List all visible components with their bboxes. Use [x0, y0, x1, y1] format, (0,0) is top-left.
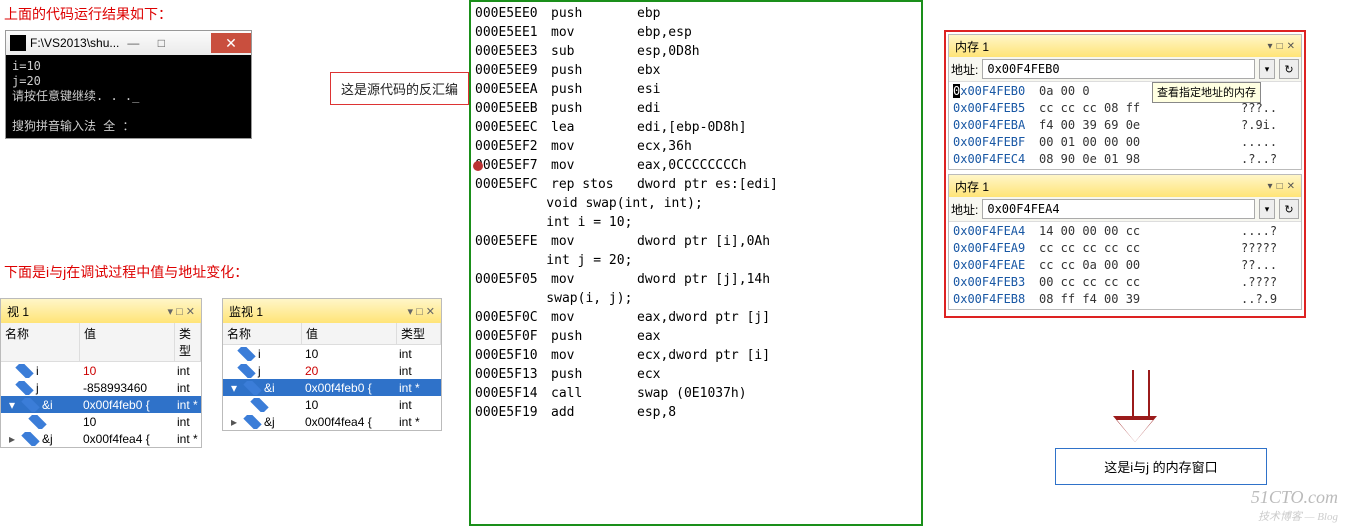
disasm-line[interactable]: 000E5EECleaedi,[ebp-0D8h] [475, 118, 917, 137]
watch-row[interactable]: i10int [1, 362, 201, 379]
disasm-line[interactable]: 000E5EE1movebp,esp [475, 23, 917, 42]
result-label: 这是i与j 的内存窗口 [1055, 448, 1267, 485]
memory-row[interactable]: 0x00F4FEB300 cc cc cc cc.???? [953, 274, 1297, 291]
watch-header: 名称 值 类型 [1, 323, 201, 362]
col-name[interactable]: 名称 [1, 323, 80, 361]
memory-group: 内存 1 ▾□✕ 地址: ▾ ↻ 查看指定地址的内存 0x00F4FEB00a … [944, 30, 1306, 318]
disasm-line[interactable]: 000E5EEApushesi [475, 80, 917, 99]
disasm-line[interactable]: 000E5EFCrep stosdword ptr es:[edi] [475, 175, 917, 194]
debug-caption: 下面是i与j在调试过程中值与地址变化： [4, 262, 248, 282]
mem2-address-input[interactable] [982, 199, 1255, 219]
disasm-line[interactable]: int i = 10; [475, 213, 917, 232]
disasm-line[interactable]: 000E5EE0pushebp [475, 4, 917, 23]
mem2-title[interactable]: 内存 1 ▾□✕ [949, 175, 1301, 197]
memory-row[interactable]: 0x00F4FEA414 00 00 00 cc....? [953, 223, 1297, 240]
dropdown-icon[interactable]: ▾ [1259, 199, 1275, 219]
addr-label: 地址: [951, 201, 978, 218]
memory-row[interactable]: 0x00F4FEBF00 01 00 00 00..... [953, 134, 1297, 151]
disasm-line[interactable]: 000E5EE3subesp,0D8h [475, 42, 917, 61]
minimize-button[interactable]: — [119, 33, 147, 53]
watermark: 51CTO.com 技术博客 — Blog [1251, 487, 1338, 524]
maximize-button[interactable]: □ [147, 33, 175, 53]
disassembly-panel[interactable]: 000E5EE0pushebp000E5EE1movebp,esp000E5EE… [469, 0, 923, 526]
disasm-line[interactable]: 000E5F10movecx,dword ptr [i] [475, 346, 917, 365]
watch-row[interactable]: 10int [223, 396, 441, 413]
memory-pane-1[interactable]: 内存 1 ▾□✕ 地址: ▾ ↻ 查看指定地址的内存 0x00F4FEB00a … [948, 34, 1302, 170]
memory-row[interactable]: 0x00F4FEB808 ff f4 00 39..?.9 [953, 291, 1297, 308]
disasm-line[interactable]: 000E5F0Cmoveax,dword ptr [j] [475, 308, 917, 327]
watch-row[interactable]: j-858993460int [1, 379, 201, 396]
col-type[interactable]: 类型 [175, 323, 201, 361]
dropdown-icon[interactable]: ▾ [1259, 59, 1275, 79]
refresh-icon[interactable]: ↻ [1279, 59, 1299, 79]
watch2-title-text: 监视 1 [229, 303, 263, 320]
mem1-title[interactable]: 内存 1 ▾□✕ [949, 35, 1301, 57]
mem2-body[interactable]: 0x00F4FEA414 00 00 00 cc....?0x00F4FEA9c… [949, 222, 1301, 309]
window-controls[interactable]: ▾□✕ [1268, 41, 1295, 52]
disasm-line[interactable]: 000E5F05movdword ptr [j],14h [475, 270, 917, 289]
memory-row[interactable]: 0x00F4FEA9cc cc cc cc cc????? [953, 240, 1297, 257]
top-caption: 上面的代码运行结果如下： [4, 4, 172, 24]
col-type[interactable]: 类型 [397, 323, 441, 344]
watch1-title[interactable]: 视 1 ▾ □ ✕ [1, 299, 201, 323]
mem-title-text: 内存 1 [955, 178, 989, 195]
mem1-addrbar: 地址: ▾ ↻ [949, 57, 1301, 82]
arrow-down-icon [1128, 370, 1153, 442]
console-window: F:\VS2013\shu... — □ ✕ i=10 j=20 请按任意键继续… [5, 30, 252, 139]
disasm-line[interactable]: 000E5EF7moveax,0CCCCCCCCh [475, 156, 917, 175]
watch-pane-1[interactable]: 视 1 ▾ □ ✕ 名称 值 类型 i10intj-858993460int▾&… [0, 298, 202, 448]
mem1-address-input[interactable] [982, 59, 1255, 79]
watch-row[interactable]: j20int [223, 362, 441, 379]
mem1-body[interactable]: 查看指定地址的内存 0x00F4FEB00a 00 00x00F4FEB5cc … [949, 82, 1301, 169]
watch-row[interactable]: ▸&j0x00f4fea4 {int * [223, 413, 441, 430]
watch-row[interactable]: ▾&i0x00f4feb0 {int * [1, 396, 201, 413]
window-controls[interactable]: ▾□✕ [1268, 181, 1295, 192]
close-button[interactable]: ✕ [211, 33, 251, 53]
col-value[interactable]: 值 [302, 323, 397, 344]
disasm-line[interactable]: 000E5F19addesp,8 [475, 403, 917, 422]
addr-label: 地址: [951, 61, 978, 78]
mem2-addrbar: 地址: ▾ ↻ [949, 197, 1301, 222]
watch1-title-text: 视 1 [7, 303, 29, 320]
watch-header: 名称 值 类型 [223, 323, 441, 345]
disasm-line[interactable]: 000E5EFEmovdword ptr [i],0Ah [475, 232, 917, 251]
watch-row[interactable]: i10int [223, 345, 441, 362]
col-name[interactable]: 名称 [223, 323, 302, 344]
mem-title-text: 内存 1 [955, 38, 989, 55]
watch2-body[interactable]: i10intj20int▾&i0x00f4feb0 {int * 10int▸&… [223, 345, 441, 430]
console-titlebar[interactable]: F:\VS2013\shu... — □ ✕ [6, 31, 251, 55]
disasm-line[interactable]: 000E5F0Fpusheax [475, 327, 917, 346]
disasm-line[interactable]: 000E5EE9pushebx [475, 61, 917, 80]
src-label: 这是源代码的反汇编 [330, 72, 469, 105]
watch-row[interactable]: ▸&j0x00f4fea4 {int * [1, 430, 201, 447]
app-icon [10, 35, 26, 51]
memory-row[interactable]: 0x00F4FEC408 90 0e 01 98.?..? [953, 151, 1297, 168]
disasm-line[interactable]: swap(i, j); [475, 289, 917, 308]
window-controls[interactable]: ▾ □ ✕ [408, 305, 436, 318]
disasm-line[interactable]: 000E5EF2movecx,36h [475, 137, 917, 156]
console-output: i=10 j=20 请按任意键继续. . ._ 搜狗拼音输入法 全 ： [6, 55, 251, 138]
memory-row[interactable]: 0x00F4FEBAf4 00 39 69 0e?.9i. [953, 117, 1297, 134]
mem-tooltip: 查看指定地址的内存 [1152, 82, 1261, 103]
watch-row[interactable]: ▾&i0x00f4feb0 {int * [223, 379, 441, 396]
window-controls[interactable]: ▾ □ ✕ [168, 305, 196, 318]
disasm-line[interactable]: 000E5F13pushecx [475, 365, 917, 384]
disasm-line[interactable]: int j = 20; [475, 251, 917, 270]
disasm-line[interactable]: 000E5F14callswap (0E1037h) [475, 384, 917, 403]
memory-row[interactable]: 0x00F4FEAEcc cc 0a 00 00??... [953, 257, 1297, 274]
watch-pane-2[interactable]: 监视 1 ▾ □ ✕ 名称 值 类型 i10intj20int▾&i0x00f4… [222, 298, 442, 431]
refresh-icon[interactable]: ↻ [1279, 199, 1299, 219]
disasm-line[interactable]: void swap(int, int); [475, 194, 917, 213]
console-title-text: F:\VS2013\shu... [30, 36, 119, 50]
watch2-title[interactable]: 监视 1 ▾ □ ✕ [223, 299, 441, 323]
watch1-body[interactable]: i10intj-858993460int▾&i0x00f4feb0 {int *… [1, 362, 201, 447]
disasm-line[interactable]: 000E5EEBpushedi [475, 99, 917, 118]
col-value[interactable]: 值 [80, 323, 175, 361]
watch-row[interactable]: 10int [1, 413, 201, 430]
memory-pane-2[interactable]: 内存 1 ▾□✕ 地址: ▾ ↻ 0x00F4FEA414 00 00 00 c… [948, 174, 1302, 310]
